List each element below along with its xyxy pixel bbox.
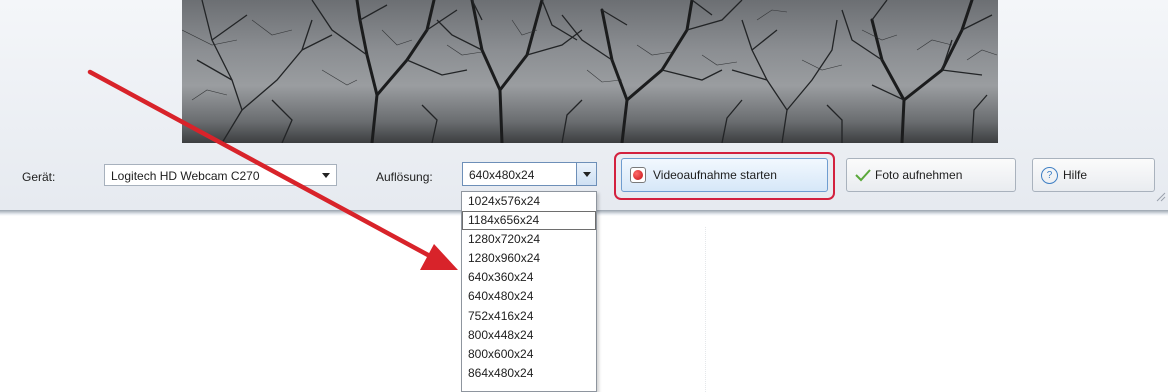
take-photo-button[interactable]: Foto aufnehmen (846, 158, 1016, 192)
resolution-option[interactable]: 1280x960x24 (462, 249, 596, 268)
resolution-option[interactable]: 752x416x24 (462, 307, 596, 326)
content-guide-line (705, 227, 706, 392)
resolution-dropdown-list[interactable]: 1024x576x24 1184x656x24 1280x720x24 1280… (461, 191, 597, 392)
resolution-option[interactable]: 800x600x24 (462, 345, 596, 364)
resolution-option[interactable]: 1024x576x24 (462, 192, 596, 211)
chevron-down-icon[interactable] (316, 165, 336, 185)
resolution-select[interactable]: 640x480x24 (462, 162, 597, 186)
webcam-preview (182, 0, 998, 143)
resolution-option[interactable]: 864x480x24 (462, 364, 596, 383)
chevron-down-icon[interactable] (576, 163, 596, 185)
resolution-select-value: 640x480x24 (469, 168, 535, 182)
resolution-label: Auflösung: (376, 170, 433, 184)
resolution-option[interactable]: 1280x720x24 (462, 230, 596, 249)
take-photo-label: Foto aufnehmen (875, 168, 963, 182)
highlight-annotation (614, 152, 835, 200)
checkmark-icon (855, 168, 871, 182)
resolution-option[interactable]: 800x448x24 (462, 326, 596, 345)
resize-grip-icon[interactable] (1154, 190, 1166, 202)
resolution-option-highlighted[interactable]: 1184x656x24 (462, 211, 596, 231)
device-select-value: Logitech HD Webcam C270 (111, 169, 260, 183)
device-select[interactable]: Logitech HD Webcam C270 (104, 164, 337, 186)
question-circle-icon: ? (1041, 166, 1058, 184)
help-label: Hilfe (1063, 168, 1088, 182)
resolution-option[interactable]: 640x360x24 (462, 268, 596, 287)
help-button[interactable]: ? Hilfe (1032, 158, 1155, 192)
resolution-option[interactable]: 640x480x24 (462, 287, 596, 306)
device-label: Gerät: (22, 170, 56, 184)
